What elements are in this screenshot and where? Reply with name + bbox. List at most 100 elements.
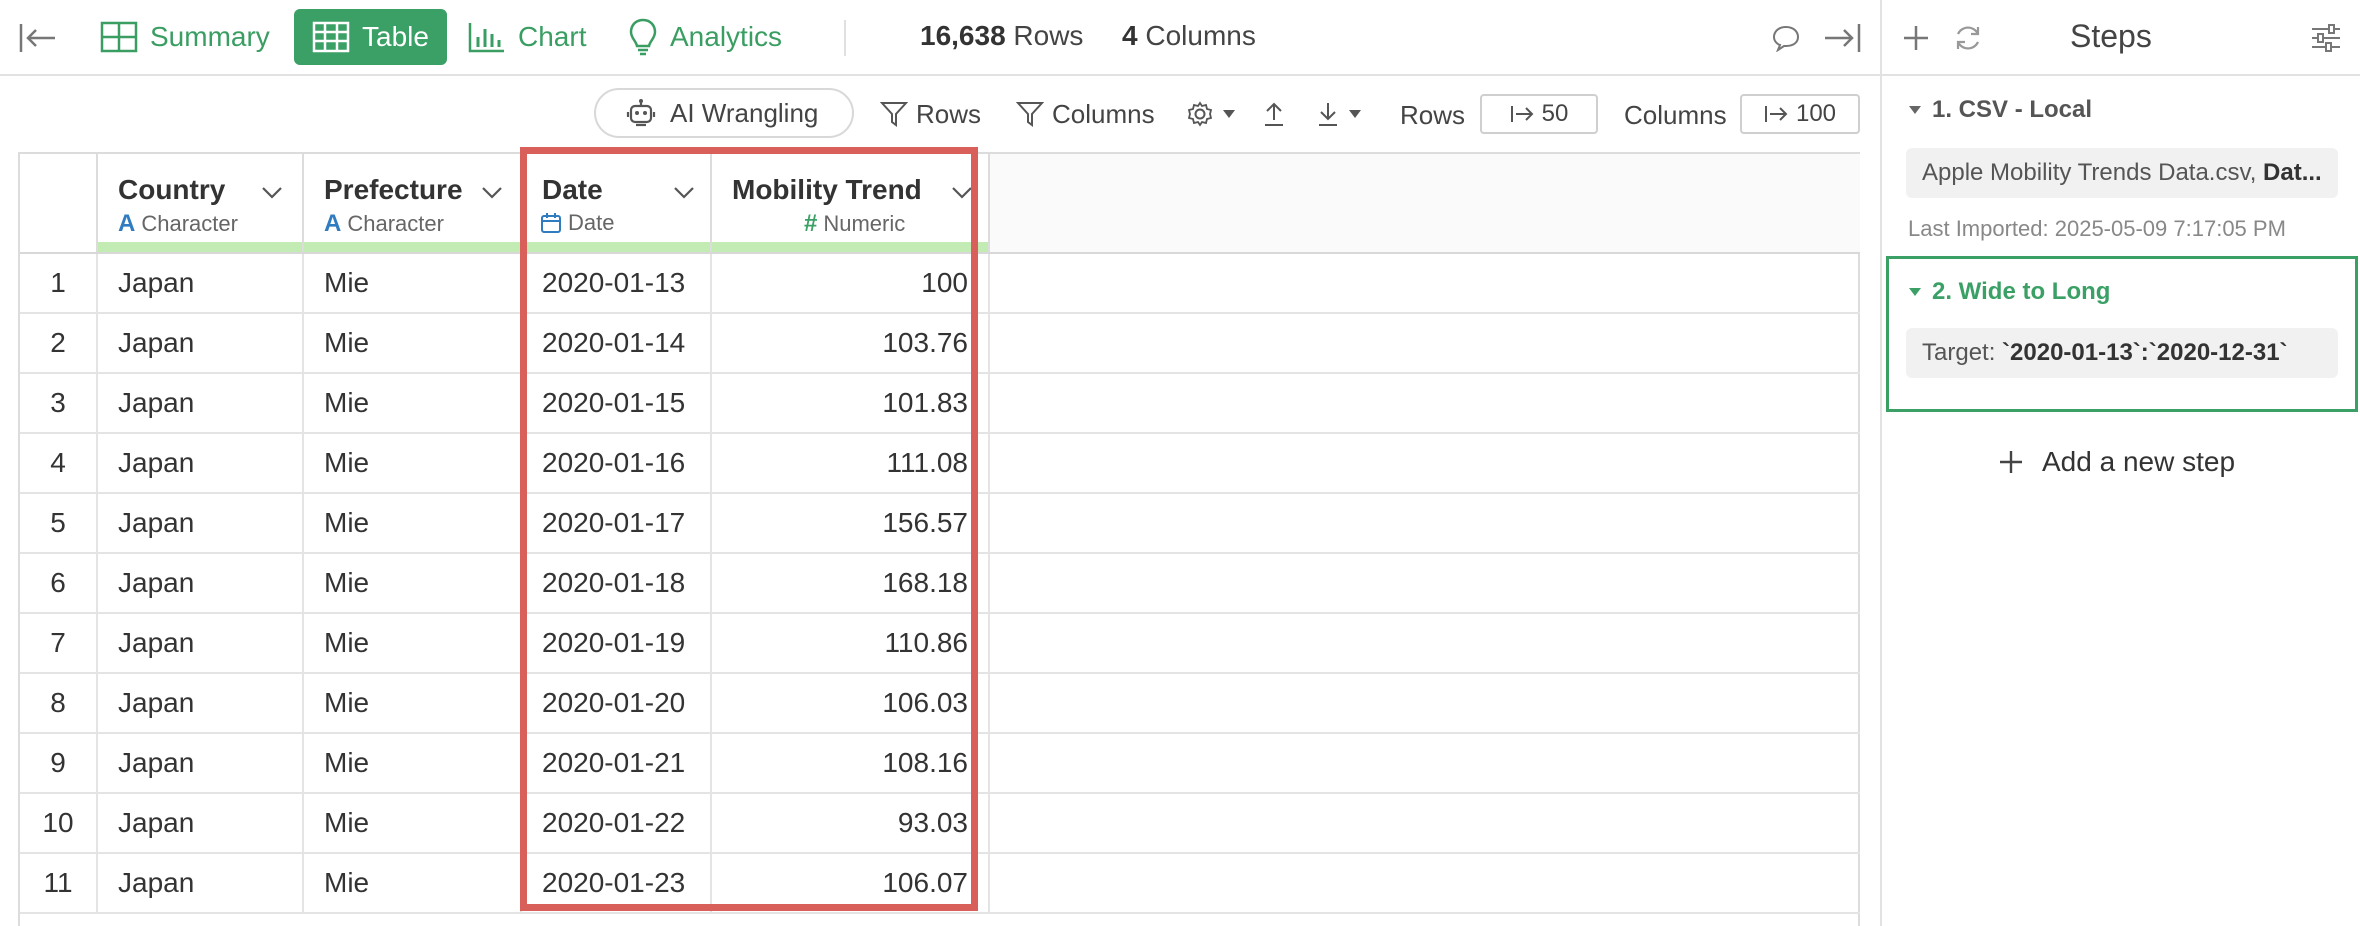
cell-prefecture[interactable]: Mie [304,674,522,732]
row-number[interactable]: 7 [20,614,98,672]
cell-country[interactable]: Japan [98,854,304,912]
cell-prefecture[interactable]: Mie [304,374,522,432]
cell-country[interactable]: Japan [98,374,304,432]
column-header-country[interactable]: Country A Character [98,154,304,252]
collapse-right-icon[interactable] [1818,14,1866,62]
cell-country[interactable]: Japan [98,494,304,552]
chevron-down-icon[interactable] [948,178,976,206]
column-header-prefecture[interactable]: Prefecture A Character [304,154,522,252]
cell-date[interactable]: 2020-01-16 [522,434,712,492]
cell-date[interactable]: 2020-01-17 [522,494,712,552]
column-header-mobility-trend[interactable]: Mobility Trend # Numeric [712,154,990,252]
chevron-down-icon[interactable] [258,178,286,206]
chevron-down-icon[interactable] [670,178,698,206]
table-row[interactable]: 6 Japan Mie 2020-01-18 168.18 [20,554,1860,614]
row-number[interactable]: 3 [20,374,98,432]
cell-country[interactable]: Japan [98,314,304,372]
rows-limit-input[interactable]: 50 [1480,94,1598,134]
cell-prefecture[interactable]: Mie [304,854,522,912]
row-number[interactable]: 2 [20,314,98,372]
table-row[interactable]: 7 Japan Mie 2020-01-19 110.86 [20,614,1860,674]
step-2-header[interactable]: 2. Wide to Long [1908,278,2110,306]
row-number[interactable]: 4 [20,434,98,492]
cell-date[interactable]: 2020-01-18 [522,554,712,612]
cell-prefecture[interactable]: Mie [304,434,522,492]
cell-country[interactable]: Japan [98,734,304,792]
tab-chart[interactable]: Chart [450,9,604,65]
tab-analytics[interactable]: Analytics [610,9,800,65]
row-number[interactable]: 11 [20,854,98,912]
cell-mobility-trend[interactable]: 106.03 [712,674,990,732]
cell-date[interactable]: 2020-01-20 [522,674,712,732]
table-row[interactable]: 5 Japan Mie 2020-01-17 156.57 [20,494,1860,554]
table-row[interactable]: 2 Japan Mie 2020-01-14 103.76 [20,314,1860,374]
step-1-header[interactable]: 1. CSV - Local [1908,96,2092,124]
add-step-icon[interactable] [1892,14,1940,62]
sliders-icon[interactable] [2302,14,2350,62]
row-number[interactable]: 6 [20,554,98,612]
cell-country[interactable]: Japan [98,554,304,612]
table-row[interactable]: 9 Japan Mie 2020-01-21 108.16 [20,734,1860,794]
column-header-date[interactable]: Date Date [522,154,712,252]
row-number[interactable]: 10 [20,794,98,852]
cell-prefecture[interactable]: Mie [304,614,522,672]
row-number[interactable]: 8 [20,674,98,732]
comment-icon[interactable] [1762,14,1810,62]
row-number[interactable]: 1 [20,254,98,312]
import-dropdown[interactable] [1316,94,1362,134]
ai-wrangling-button[interactable]: AI Wrangling [594,88,854,138]
cell-country[interactable]: Japan [98,794,304,852]
rows-filter-button[interactable]: Rows [880,94,981,134]
add-new-step-button[interactable]: Add a new step [1998,446,2235,478]
row-number[interactable]: 5 [20,494,98,552]
cell-prefecture[interactable]: Mie [304,254,522,312]
table-row[interactable]: 10 Japan Mie 2020-01-22 93.03 [20,794,1860,854]
cell-country[interactable]: Japan [98,674,304,732]
cell-mobility-trend[interactable]: 156.57 [712,494,990,552]
cell-mobility-trend[interactable]: 93.03 [712,794,990,852]
table-row[interactable]: 8 Japan Mie 2020-01-20 106.03 [20,674,1860,734]
table-row[interactable]: 11 Japan Mie 2020-01-23 106.07 [20,854,1860,914]
cell-mobility-trend[interactable]: 101.83 [712,374,990,432]
cell-mobility-trend[interactable]: 106.07 [712,854,990,912]
columns-limit-label: Columns [1624,100,1727,130]
cell-date[interactable]: 2020-01-15 [522,374,712,432]
cell-mobility-trend[interactable]: 103.76 [712,314,990,372]
table-row[interactable]: 1 Japan Mie 2020-01-13 100 [20,254,1860,314]
cell-date[interactable]: 2020-01-19 [522,614,712,672]
cell-mobility-trend[interactable]: 100 [712,254,990,312]
cell-country[interactable]: Japan [98,254,304,312]
cell-prefecture[interactable]: Mie [304,734,522,792]
cell-mobility-trend[interactable]: 110.86 [712,614,990,672]
tab-summary[interactable]: Summary [82,9,288,65]
step-1-detail[interactable]: Apple Mobility Trends Data.csv, Dat... [1906,148,2338,198]
refresh-icon[interactable] [1944,14,1992,62]
cell-date[interactable]: 2020-01-14 [522,314,712,372]
settings-dropdown[interactable] [1186,94,1236,134]
cell-prefecture[interactable]: Mie [304,554,522,612]
cell-prefecture[interactable]: Mie [304,794,522,852]
cell-date[interactable]: 2020-01-21 [522,734,712,792]
export-button[interactable] [1262,94,1286,134]
cell-country[interactable]: Japan [98,434,304,492]
cell-country[interactable]: Japan [98,614,304,672]
cell-prefecture[interactable]: Mie [304,314,522,372]
cell-date[interactable]: 2020-01-22 [522,794,712,852]
columns-limit-input[interactable]: 100 [1740,94,1860,134]
step-2-target-label: Target: [1922,339,1996,366]
tab-table[interactable]: Table [294,9,447,65]
cell-mobility-trend[interactable]: 111.08 [712,434,990,492]
chevron-down-icon[interactable] [478,178,506,206]
cell-prefecture[interactable]: Mie [304,494,522,552]
collapse-left-icon[interactable] [14,14,62,62]
cell-date[interactable]: 2020-01-13 [522,254,712,312]
row-number[interactable]: 9 [20,734,98,792]
cell-mobility-trend[interactable]: 108.16 [712,734,990,792]
table-row[interactable]: 3 Japan Mie 2020-01-15 101.83 [20,374,1860,434]
cell-mobility-trend[interactable]: 168.18 [712,554,990,612]
plus-icon [2000,451,2022,473]
cell-date[interactable]: 2020-01-23 [522,854,712,912]
table-row[interactable]: 4 Japan Mie 2020-01-16 111.08 [20,434,1860,494]
columns-filter-button[interactable]: Columns [1016,94,1155,134]
step-2-detail[interactable]: Target: `2020-01-13`:`2020-12-31` [1906,328,2338,378]
